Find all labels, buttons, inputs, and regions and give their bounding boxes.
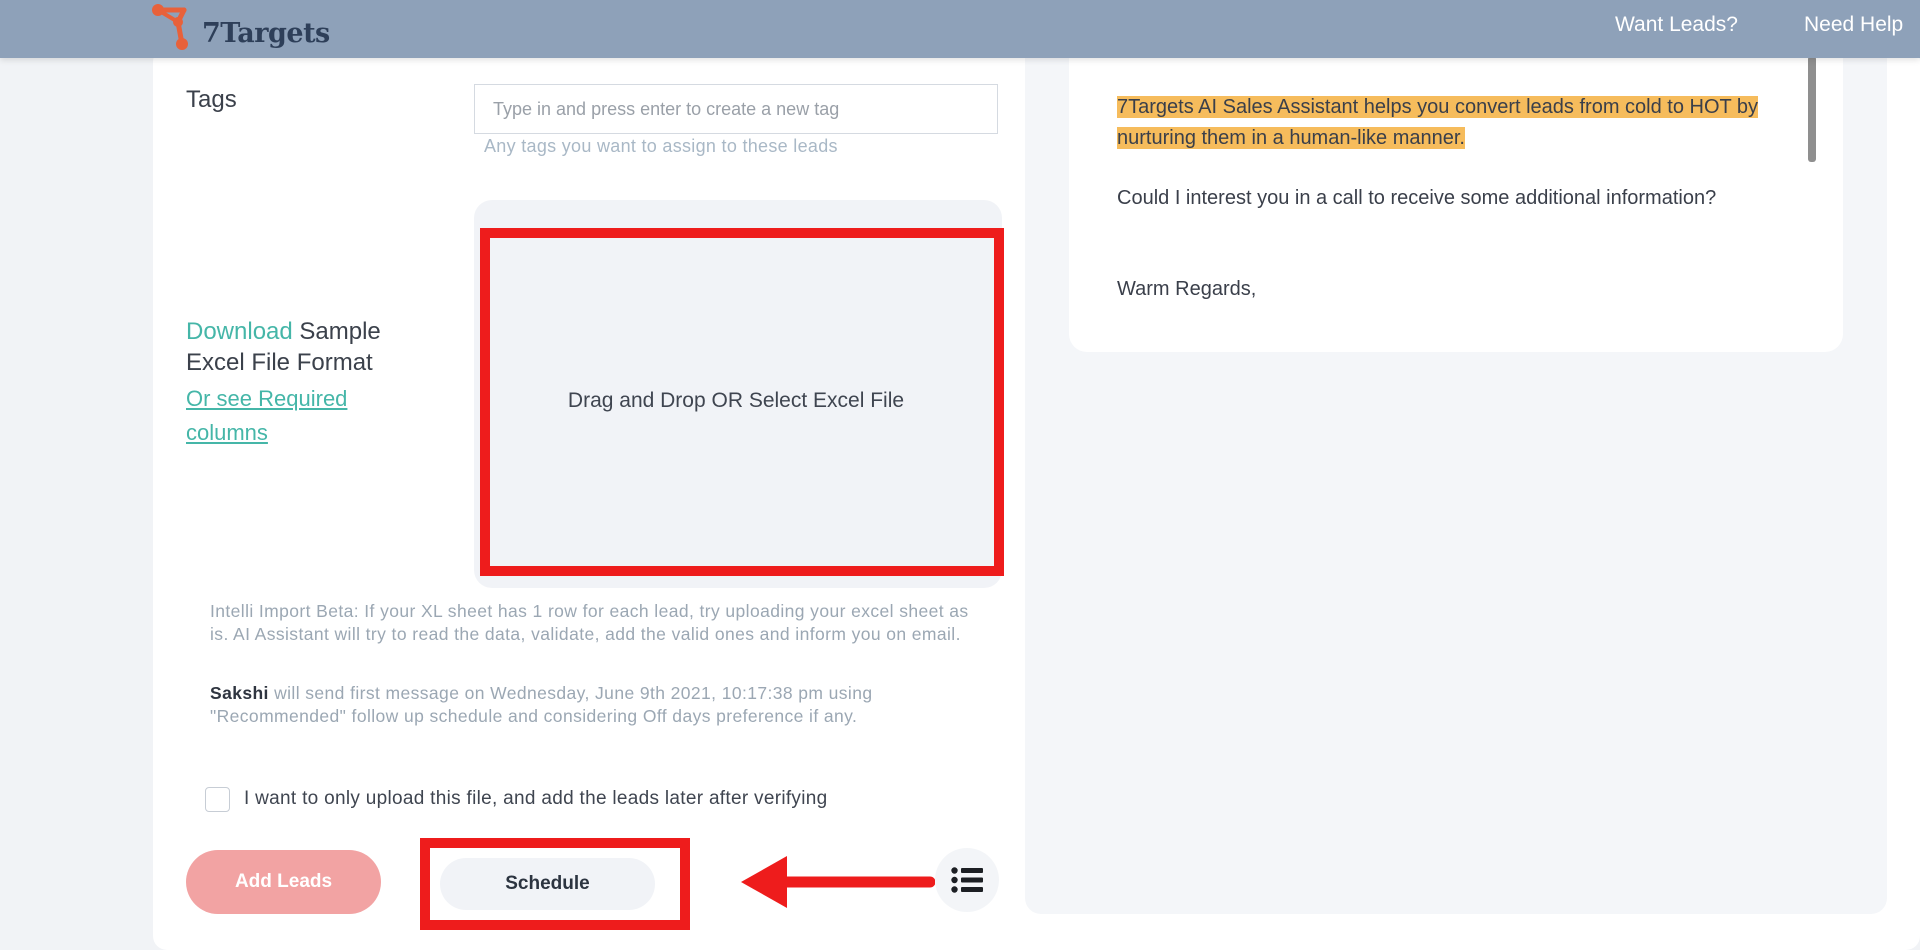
upload-only-label: I want to only upload this file, and add… — [244, 788, 828, 809]
nav-want-leads[interactable]: Want Leads? — [1615, 13, 1738, 37]
intelli-import-note: Intelli Import Beta: If your XL sheet ha… — [210, 601, 969, 644]
required-columns-link[interactable]: Or see Required columns — [186, 382, 386, 450]
logo-icon[interactable] — [148, 0, 208, 54]
schedule-info: Sakshi will send first message on Wednes… — [210, 682, 950, 728]
dropzone-label: Drag and Drop OR Select Excel File — [567, 389, 905, 412]
nav-need-help[interactable]: Need Help — [1804, 13, 1903, 37]
schedule-button[interactable]: Schedule — [440, 858, 655, 910]
download-sample-text: Download Sample Excel File Format — [186, 316, 436, 378]
email-signoff: Warm Regards, — [1117, 278, 1257, 300]
assistant-name: Sakshi — [210, 683, 269, 703]
download-link[interactable]: Download — [186, 318, 293, 345]
tags-input[interactable] — [474, 84, 998, 134]
schedule-list-button[interactable] — [935, 848, 999, 912]
email-preview-scrollbar[interactable] — [1808, 56, 1816, 162]
logo-text[interactable]: 7Targets — [202, 18, 330, 49]
tags-help-text: Any tags you want to assign to these lea… — [484, 136, 838, 156]
schedule-info-text: will send first message on Wednesday, Ju… — [210, 683, 873, 726]
email-highlighted-text: 7Targets AI Sales Assistant helps you co… — [1117, 92, 1797, 154]
upload-only-checkbox[interactable] — [205, 787, 230, 812]
tags-label: Tags — [186, 86, 237, 113]
file-dropzone[interactable]: Drag and Drop OR Select Excel File — [488, 236, 984, 566]
add-leads-button[interactable]: Add Leads — [186, 850, 381, 914]
annotation-arrow-icon — [741, 856, 935, 908]
email-highlight: 7Targets AI Sales Assistant helps you co… — [1117, 96, 1759, 149]
list-icon — [951, 867, 983, 893]
top-navigation-bar: 7Targets Want Leads? Need Help — [0, 0, 1920, 58]
email-paragraph: Could I interest you in a call to receiv… — [1117, 187, 1717, 209]
